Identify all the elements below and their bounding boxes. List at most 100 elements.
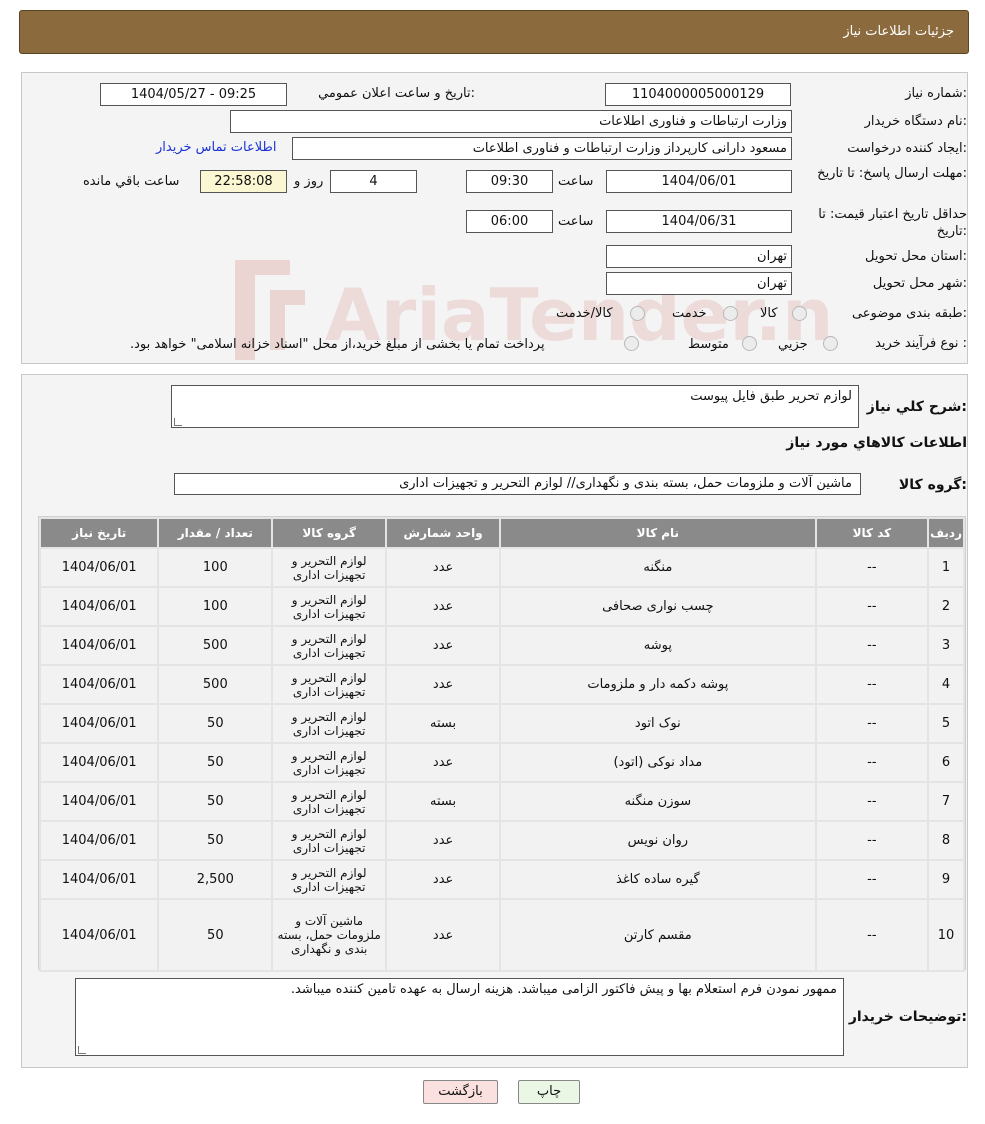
cell-quantity: 50	[159, 822, 272, 859]
cell-unit: عدد	[387, 588, 500, 625]
cell-date: 1404/06/01	[41, 666, 158, 703]
cell-date: 1404/06/01	[41, 822, 158, 859]
notes-text: ممهور نمودن فرم استعلام بها و پیش فاکتور…	[290, 982, 837, 997]
process-medium-radio[interactable]	[742, 336, 757, 351]
province-field: تهران	[606, 245, 792, 268]
cell-unit: عدد	[387, 666, 500, 703]
cell-group: لوازم التحریر و تجهیزات اداری	[273, 588, 386, 625]
items-table-wrapper: ردیف کد کالا نام کالا واحد شمارش گروه کا…	[38, 516, 966, 972]
cell-row-number: 9	[929, 861, 963, 898]
cell-row-number: 3	[929, 627, 963, 664]
table-row: 2 -- چسب نواری صحافی عدد لوازم التحریر و…	[41, 588, 963, 625]
cell-date: 1404/06/01	[41, 744, 158, 781]
cell-code: --	[816, 822, 928, 859]
resize-handle-icon[interactable]	[78, 1046, 86, 1054]
cell-name: منگنه	[501, 549, 815, 586]
remaining-time-field: 22:58:08	[200, 170, 287, 193]
table-row: 10 -- مقسم کارتن عدد ماشین آلات و ملزوما…	[41, 900, 963, 970]
cell-group: لوازم التحریر و تجهیزات اداری	[273, 783, 386, 820]
cell-quantity: 50	[159, 744, 272, 781]
validity-date-field: 1404/06/31	[606, 210, 792, 233]
need-number-field: 1104000005000129	[605, 83, 791, 106]
cell-date: 1404/06/01	[41, 549, 158, 586]
deadline-time-label: ساعت	[558, 174, 594, 189]
cell-row-number: 8	[929, 822, 963, 859]
cell-group: لوازم التحریر و تجهیزات اداری	[273, 549, 386, 586]
cell-group: لوازم التحریر و تجهیزات اداری	[273, 744, 386, 781]
treasury-checkbox[interactable]	[624, 336, 639, 351]
resize-handle-icon[interactable]	[174, 418, 182, 426]
cell-row-number: 1	[929, 549, 963, 586]
items-table: ردیف کد کالا نام کالا واحد شمارش گروه کا…	[39, 517, 965, 972]
city-label: شهر محل تحویل:	[872, 276, 967, 291]
cell-code: --	[816, 705, 928, 742]
province-label: استان محل تحویل:	[865, 249, 967, 264]
cell-date: 1404/06/01	[41, 627, 158, 664]
cell-group: لوازم التحریر و تجهیزات اداری	[273, 861, 386, 898]
table-row: 5 -- نوک اتود بسته لوازم التحریر و تجهیز…	[41, 705, 963, 742]
cell-unit: عدد	[387, 861, 500, 898]
announce-field: 1404/05/27 - 09:25	[100, 83, 287, 106]
days-label: روز و	[294, 174, 324, 189]
cell-unit: عدد	[387, 549, 500, 586]
table-row: 3 -- پوشه عدد لوازم التحریر و تجهیزات اد…	[41, 627, 963, 664]
cell-name: پوشه دکمه دار و ملزومات	[501, 666, 815, 703]
category-goods-service-radio[interactable]	[630, 306, 645, 321]
cell-name: مداد نوکی (اتود)	[501, 744, 815, 781]
col-header-date: تاریخ نیاز	[41, 519, 158, 547]
validity-time-field: 06:00	[466, 210, 553, 233]
table-row: 1 -- منگنه عدد لوازم التحریر و تجهیزات ا…	[41, 549, 963, 586]
cell-quantity: 500	[159, 627, 272, 664]
cell-name: سوزن منگنه	[501, 783, 815, 820]
page-title: جزئیات اطلاعات نیاز	[843, 24, 954, 39]
col-header-quantity: تعداد / مقدار	[159, 519, 272, 547]
cell-code: --	[816, 900, 928, 970]
cell-row-number: 5	[929, 705, 963, 742]
table-row: 6 -- مداد نوکی (اتود) عدد لوازم التحریر …	[41, 744, 963, 781]
process-minor-radio[interactable]	[823, 336, 838, 351]
cell-code: --	[816, 666, 928, 703]
cell-name: نوک اتود	[501, 705, 815, 742]
page-header: جزئیات اطلاعات نیاز	[19, 10, 969, 54]
cell-unit: بسته	[387, 705, 500, 742]
cell-quantity: 500	[159, 666, 272, 703]
validity-label: حداقل تاریخ اعتبار قیمت: تا تاریخ:	[818, 207, 967, 239]
category-goods-service-label: کالا/خدمت	[556, 306, 613, 321]
summary-textarea[interactable]: لوازم تحریر طبق فایل پیوست	[171, 385, 859, 428]
summary-text: لوازم تحریر طبق فایل پیوست	[690, 389, 852, 404]
cell-quantity: 100	[159, 588, 272, 625]
cell-group: لوازم التحریر و تجهیزات اداری	[273, 822, 386, 859]
print-button[interactable]: چاپ	[518, 1080, 580, 1104]
cell-row-number: 7	[929, 783, 963, 820]
cell-group: ماشین آلات و ملزومات حمل، بسته بندی و نگ…	[273, 900, 386, 970]
col-header-name: نام کالا	[501, 519, 815, 547]
table-row: 8 -- روان نویس عدد لوازم التحریر و تجهیز…	[41, 822, 963, 859]
cell-name: چسب نواری صحافی	[501, 588, 815, 625]
buyer-contact-link[interactable]: اطلاعات تماس خریدار	[156, 140, 276, 155]
buyer-label: نام دستگاه خریدار:	[864, 114, 967, 129]
deadline-date-field: 1404/06/01	[606, 170, 792, 193]
cell-date: 1404/06/01	[41, 705, 158, 742]
validity-time-label: ساعت	[558, 214, 594, 229]
category-goods-radio[interactable]	[792, 306, 807, 321]
cell-name: گیره ساده کاغذ	[501, 861, 815, 898]
cell-row-number: 6	[929, 744, 963, 781]
cell-code: --	[816, 627, 928, 664]
cell-group: لوازم التحریر و تجهیزات اداری	[273, 666, 386, 703]
table-row: 4 -- پوشه دکمه دار و ملزومات عدد لوازم ا…	[41, 666, 963, 703]
cell-row-number: 10	[929, 900, 963, 970]
cell-unit: عدد	[387, 627, 500, 664]
notes-textarea[interactable]: ممهور نمودن فرم استعلام بها و پیش فاکتور…	[75, 978, 844, 1056]
process-label: نوع فرآیند خرید :	[875, 336, 967, 351]
days-field: 4	[330, 170, 417, 193]
creator-label: ایجاد کننده درخواست:	[847, 141, 967, 156]
goods-section-title: اطلاعات کالاهاي مورد نیاز	[786, 435, 967, 451]
back-button[interactable]: بازگشت	[423, 1080, 498, 1104]
group-label: گروه کالا:	[898, 477, 967, 493]
table-row: 9 -- گیره ساده کاغذ عدد لوازم التحریر و …	[41, 861, 963, 898]
category-service-label: خدمت	[672, 306, 707, 321]
col-header-unit: واحد شمارش	[387, 519, 500, 547]
cell-name: پوشه	[501, 627, 815, 664]
cell-date: 1404/06/01	[41, 783, 158, 820]
category-service-radio[interactable]	[723, 306, 738, 321]
